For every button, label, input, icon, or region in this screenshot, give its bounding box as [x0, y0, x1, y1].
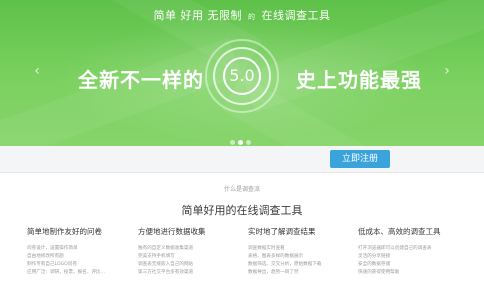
feature-line: 调查表无缝嵌入自己的网站 [138, 262, 194, 267]
feature-line: 第三方社交平台多有效渠道 [138, 270, 194, 275]
section-subtitle: 简单好用的在线调查工具 [181, 204, 303, 217]
carousel-dot[interactable] [246, 140, 251, 145]
feature-line: 独有的自定义数据收集渠道 [138, 246, 194, 251]
feature-title: 低成本、高效的调查工具 [358, 227, 441, 236]
feature-line: 快速的获得使用帮助 [358, 270, 400, 275]
feature-line: 灵活的分享链接 [358, 254, 391, 259]
banner-title-part1: 简单 好用 无限制 [153, 9, 242, 22]
slogan-right: 史上功能最强 [296, 68, 422, 92]
what-is-label: 什么是调查派 [223, 186, 260, 193]
feature-line: 调查数据实时查看 [248, 246, 285, 251]
carousel-next-icon[interactable]: › [440, 62, 454, 80]
feature-title: 实时地了解调查结果 [248, 227, 316, 236]
carousel-prev-icon[interactable]: ‹ [30, 62, 44, 80]
banner-title-small: 的 [248, 13, 256, 21]
feature-line: 数据筛选、交叉分析，原始数据下载 [248, 262, 322, 267]
feature-title: 简单地制作友好的问卷 [27, 227, 102, 236]
hero-banner: 简单 好用 无限制 的 在线调查工具 全新不一样的 5.0 史上功能最强 ‹ › [0, 0, 484, 146]
carousel-dot[interactable] [230, 140, 235, 145]
feature-title: 方便地进行数据收集 [138, 227, 206, 236]
feature-column-results: 实时地了解调查结果 调查数据实时查看 表格、图表多样的数据展示 数据筛选、交叉分… [248, 226, 358, 277]
slogan-left: 全新不一样的 [78, 68, 204, 92]
feature-line: 应用广泛：调研，投票，报名，评比… [27, 270, 106, 275]
register-button[interactable]: 立即注册 [330, 150, 390, 168]
feature-line: 自由地修改所有题 [27, 254, 64, 259]
feature-line: 数据导出，趋势一目了然 [248, 270, 299, 275]
feature-line: 完美支持手机填写 [138, 254, 175, 259]
feature-column-cost: 低成本、高效的调查工具 打开浏览器即可以创建自己的调查表 灵活的分享链接 安全的… [358, 226, 468, 277]
feature-column-collect: 方便地进行数据收集 独有的自定义数据收集渠道 完美支持手机填写 调查表无缝嵌入自… [138, 226, 248, 277]
banner-title-part2: 在线调查工具 [261, 9, 331, 22]
feature-line: 问卷设计，设置操作简单 [27, 246, 78, 251]
version-badge: 5.0 [223, 57, 261, 95]
feature-column-create: 简单地制作友好的问卷 问卷设计，设置操作简单 自由地修改所有题 制作专有自己LO… [27, 226, 137, 277]
carousel-dot-active[interactable] [238, 140, 243, 145]
banner-title: 简单 好用 无限制 的 在线调查工具 [0, 7, 484, 23]
carousel-indicators [230, 130, 254, 145]
feature-line: 安全的数据存储 [358, 262, 391, 267]
feature-line: 制作专有自己LOGO问卷 [27, 262, 77, 267]
feature-line: 打开浏览器即可以创建自己的调查表 [358, 246, 432, 251]
feature-line: 表格、图表多样的数据展示 [248, 254, 304, 259]
action-strip [0, 146, 484, 173]
